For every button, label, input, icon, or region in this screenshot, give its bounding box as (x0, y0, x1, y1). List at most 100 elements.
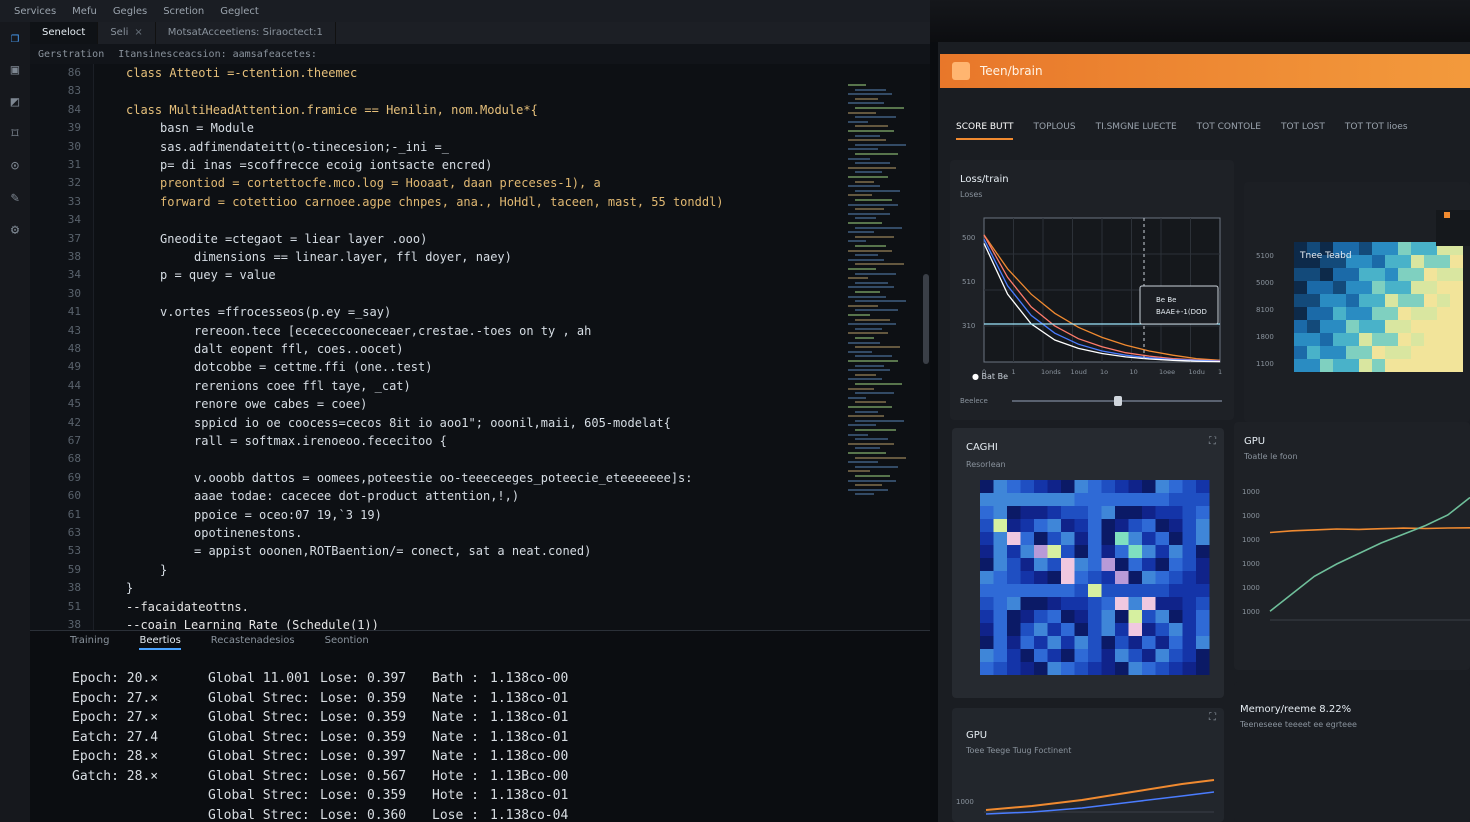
minimap-line (848, 84, 866, 86)
line-number: 32 (67, 176, 81, 190)
code-line[interactable]: } (126, 581, 133, 595)
debug-icon[interactable]: ⊙ (7, 158, 23, 174)
code-line[interactable]: class Atteoti =-ctention.theemec (126, 66, 357, 80)
code-line[interactable]: opotinenestons. (194, 526, 302, 540)
search-icon[interactable]: ▣ (7, 62, 23, 78)
log-v: 1.138co-00 (490, 671, 569, 686)
code-line[interactable]: --facaidateottns. (126, 600, 249, 614)
heat-cell (1007, 597, 1021, 610)
chart-icon[interactable]: ◩ (7, 94, 23, 110)
code-line[interactable]: sppicd io oe coocess=cecos 8it io aoo1";… (194, 416, 671, 430)
code-line[interactable]: aaae todae: cacecee dot-product attentio… (194, 489, 519, 503)
minimap-line (848, 93, 892, 96)
code-line[interactable]: = appist ooonen,ROTBaention/= conect, sa… (194, 544, 591, 558)
dashboard-tab[interactable]: TOPLOUS (1033, 122, 1075, 140)
dashboard-tab[interactable]: TOT LOST (1281, 122, 1325, 140)
heatmap-top[interactable]: Tnee Teabd 5100 5000 8100 1800 1100 (1244, 182, 1470, 422)
minimap-line (855, 346, 900, 349)
settings-icon[interactable]: ⚙ (7, 222, 23, 238)
expand-icon[interactable]: ⛶ (1209, 436, 1216, 447)
code-line[interactable]: Gneodite =ctegaot = liear layer .ooo) (160, 232, 427, 246)
menu-item[interactable]: Scretion (163, 6, 204, 17)
breadcrumb-file[interactable]: Gerstration (38, 49, 104, 60)
heat-cell (1437, 320, 1450, 333)
code-line[interactable]: class MultiHeadAttention.framice == Heni… (126, 103, 538, 117)
code-line[interactable]: renore owe cabes = coee) (194, 397, 367, 411)
minimap-line (855, 456, 906, 459)
line-number: 48 (67, 342, 81, 355)
code-line[interactable]: dotcobbe = cettme.ffi (one..test) (194, 360, 432, 374)
minimap-line (848, 323, 896, 326)
heat-legend-box (1436, 210, 1470, 246)
menu-item[interactable]: Mefu (72, 6, 97, 17)
dashboard-tab[interactable]: SCORE BUTT (956, 122, 1014, 140)
panel-tab-recast[interactable]: Recastenadesios (211, 635, 295, 650)
close-icon[interactable]: × (134, 27, 142, 38)
y-tick-label: 510 (962, 278, 975, 286)
heat-cell (1115, 506, 1129, 519)
heat-cell (1424, 307, 1437, 320)
extensions-icon[interactable]: ✎ (7, 190, 23, 206)
dashboard-tab[interactable]: TOT TOT lioes (1345, 122, 1408, 140)
code-line[interactable]: v.ortes =ffrocesseos(p.ey =_say) (160, 305, 391, 319)
code-line[interactable]: rerenions coee ffl taye, _cat) (194, 379, 411, 393)
heat-cell (1128, 493, 1142, 506)
x-tick-label: 1odu (1189, 368, 1205, 376)
heat-cell (993, 610, 1007, 623)
panel-tab-beertios[interactable]: Beertios (139, 635, 181, 650)
panel-tab-seontion[interactable]: Seontion (325, 635, 369, 650)
log-loss: Lose: 0.360 (320, 807, 407, 822)
minimap[interactable] (848, 84, 908, 504)
code-editor[interactable]: 86 83 84 39 30 31 32 33 34 37 38 34 30 41 43 48 49 44 45 42… (30, 64, 930, 650)
vertical-scrollbar[interactable] (923, 274, 929, 364)
gpu-card-sub: Toatle le foon (1244, 452, 1298, 461)
tab-seli[interactable]: Seli × (98, 22, 156, 44)
heat-cell (980, 584, 994, 597)
breadcrumb-path[interactable]: Itansinesceacsion: aamsafeacetes: (118, 49, 317, 60)
minimap-line (855, 180, 874, 183)
code-line[interactable]: preontiod = cortettocfe.mco.log = Hooaat… (160, 176, 601, 190)
heat-cell (1169, 493, 1183, 506)
expand-icon[interactable]: ⛶ (1209, 712, 1216, 723)
gpu-chart[interactable]: 1000 1000 1000 1000 1000 1000 (1234, 470, 1470, 660)
heat-cell (1142, 519, 1156, 532)
code-line[interactable]: forward = cotettioo carnoee.agpe chnpes,… (160, 195, 724, 209)
menu-item[interactable]: Gegles (113, 6, 147, 17)
code-line[interactable]: rall = softmax.irenoeoo.fececitoo { (194, 434, 447, 448)
explorer-icon[interactable]: ❐ (7, 30, 23, 46)
gpu2-chart[interactable] (952, 762, 1224, 822)
menu-item[interactable]: Geglect (220, 6, 259, 17)
bookmark-icon[interactable]: ⌑ (7, 126, 23, 142)
code-line[interactable]: basn = Module (160, 121, 254, 135)
dashboard-tab[interactable]: TI.SMGNE LUECTE (1096, 122, 1177, 140)
heat-cell (1196, 493, 1210, 506)
log-k: Nate : (432, 729, 479, 745)
menu-item[interactable]: Services (14, 6, 56, 17)
code-line[interactable]: rereoon.tece [ecececcooneceaer,crestae.-… (194, 324, 591, 338)
dashboard-tab[interactable]: TOT CONTOLE (1197, 122, 1261, 140)
code-line[interactable]: } (160, 563, 167, 577)
minimap-line (848, 406, 892, 408)
tab-seneloct[interactable]: Seneloct (30, 22, 99, 44)
code-line[interactable]: dimensions == linear.layer, ffl doyer, n… (194, 250, 512, 264)
tab-attention-file[interactable]: MotsatAcceetiens: Siraoctect:1 (156, 22, 336, 44)
code-line[interactable]: dalt eopent ffl, coes..oocet) (194, 342, 404, 356)
heatmap-cache[interactable] (952, 468, 1224, 698)
code-line[interactable]: v.ooobb dattos = oomees,poteestie oo-tee… (194, 471, 693, 485)
heat-cell (1128, 558, 1142, 571)
log-g: Global Strec: (208, 788, 310, 803)
smoothing-slider-thumb[interactable] (1114, 396, 1122, 406)
minimap-line (855, 217, 876, 220)
log-loss: Lose: 0.359 (320, 729, 407, 745)
minimap-line (848, 304, 878, 307)
heat-cell (1007, 662, 1021, 675)
heat-cell (1398, 333, 1411, 346)
minimap-line (855, 493, 874, 496)
minimap-line (848, 461, 878, 464)
code-line[interactable]: p = quey = value (160, 268, 276, 282)
heat-cell (1182, 519, 1196, 532)
panel-tab-training[interactable]: Training (70, 635, 109, 650)
code-line[interactable]: ppoice = oceo:07 19,`3 19) (194, 508, 382, 522)
code-line[interactable]: sas.adfimendateitt(o-tinecesion;-_ini =_ (160, 140, 449, 154)
code-line[interactable]: p= di inas =scoffrecce ecoig iontsacte e… (160, 158, 492, 172)
